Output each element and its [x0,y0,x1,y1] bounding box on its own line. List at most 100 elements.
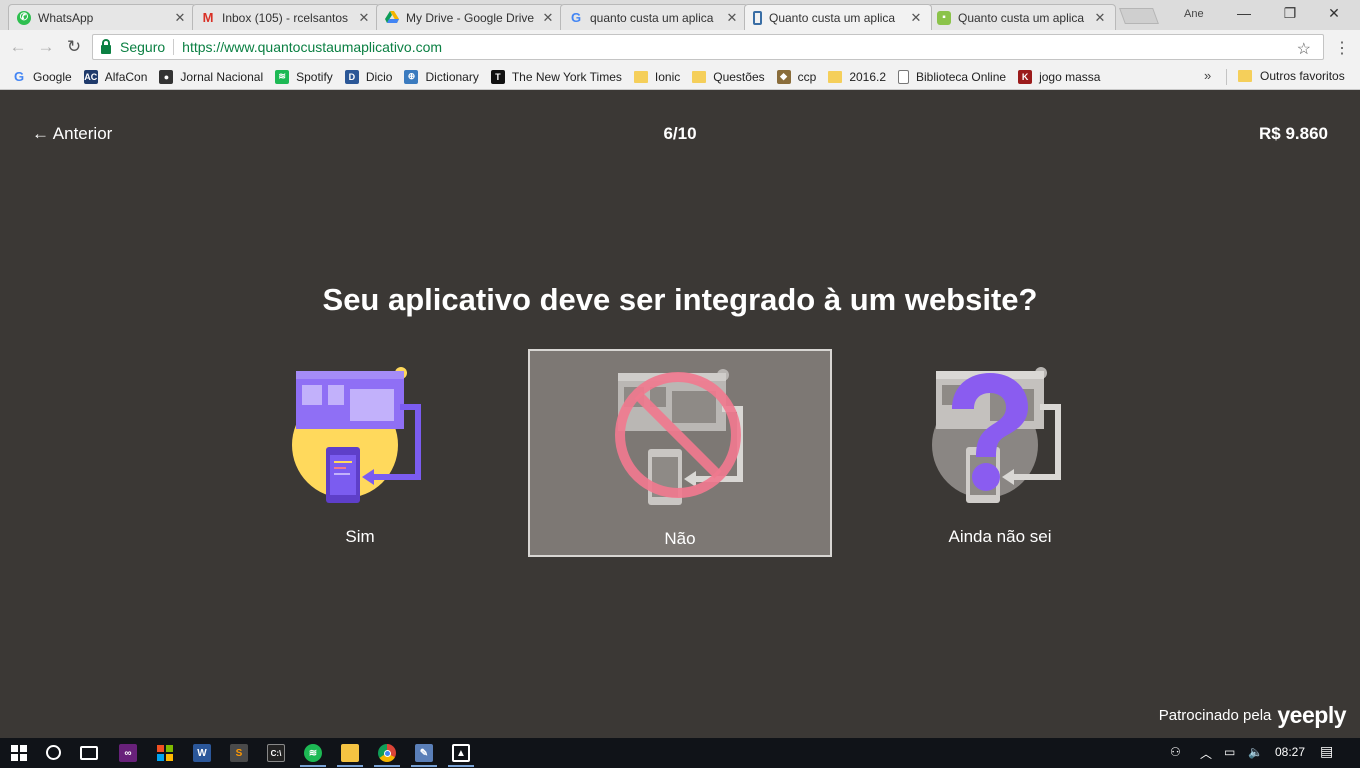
bookmark-label: ccp [797,69,817,84]
other-bookmarks-label: Outros favoritos [1260,69,1345,83]
bookmark-label: Spotify [296,69,333,84]
tab-gmail[interactable]: M Inbox (105) - rcelsantos ✕ [192,4,380,30]
omnibox-divider [173,39,175,55]
previous-link[interactable]: ← Anterior [32,124,112,144]
people-icon[interactable]: ⚇ [1170,745,1181,759]
menu-dots-icon[interactable]: ⋮ [1334,38,1350,58]
tab-google-search[interactable]: G quanto custa um aplica ✕ [560,4,748,30]
tab-title: WhatsApp [38,10,94,25]
running-indicator [448,765,474,767]
bookmark-alfacon[interactable]: AC AlfaCon [83,69,147,84]
app-icon: ▪ [937,10,951,25]
volume-icon[interactable]: 🔈 [1248,745,1263,759]
back-arrow-icon[interactable]: ← [8,37,28,57]
chevron-up-icon[interactable]: ︿ [1200,745,1212,762]
close-icon[interactable]: ✕ [173,10,187,26]
close-icon[interactable]: ✕ [725,10,739,26]
bookmark-dicio[interactable]: D Dicio [344,69,393,84]
google-icon: G [570,10,582,25]
close-icon[interactable]: ✕ [541,10,555,26]
bookmark-label: Google [33,69,72,84]
address-bar[interactable]: Seguro https://www.quantocustaumaplicati… [92,34,1324,60]
url-text[interactable]: https://www.quantocustaumaplicativo.com [182,39,442,55]
close-icon[interactable]: ✕ [909,10,923,26]
close-window-button[interactable]: ✕ [1314,5,1354,22]
visual-studio-icon[interactable]: ∞ [119,744,137,762]
ccp-icon: ◆ [776,69,791,84]
google-icon: G [13,69,25,84]
more-bookmarks-chevron[interactable]: » [1204,68,1211,83]
bookmark-label: The New York Times [511,69,622,84]
bookmark-label: jogo massa [1039,69,1101,84]
option-ainda-nao-sei[interactable]: Ainda não sei [848,349,1152,557]
folder-icon [1238,70,1252,82]
tab-title: Quanto custa um aplica [958,10,1085,25]
tab-title: quanto custa um aplica [590,10,714,25]
photos-icon[interactable]: ▲ [452,744,470,762]
bookmark-spotify[interactable]: ≋ Spotify [275,69,333,84]
bookmark-dictionary[interactable]: ⊕ Dictionary [404,69,479,84]
reload-icon[interactable]: ↻ [64,37,84,57]
tab-strip: ✆ WhatsApp ✕ M Inbox (105) - rcelsantos … [0,0,1360,30]
google-drive-icon [385,11,399,25]
website-app-illustration [290,365,430,505]
minimize-button[interactable]: — [1224,5,1264,21]
network-icon[interactable]: ▭ [1224,745,1235,759]
sublime-icon[interactable]: S [230,744,248,762]
windows-start-icon[interactable] [10,744,28,762]
bookmark-star-icon[interactable]: ☆ [1297,39,1311,59]
option-sim[interactable]: Sim [208,349,512,557]
spotify-icon[interactable]: ≋ [304,744,322,762]
sponsor-text: Patrocinado pela [1158,707,1272,724]
maximize-button[interactable]: ❐ [1270,5,1310,22]
paint-icon[interactable]: ✎ [415,744,433,762]
running-indicator [337,765,363,767]
tab-quanto-custa-active[interactable]: Quanto custa um aplica ✕ [744,4,932,30]
close-icon[interactable]: ✕ [1093,10,1107,26]
option-label: Não [664,529,696,548]
browser-toolbar: ← → ↻ Seguro https://www.quantocustaumap… [0,30,1360,64]
bookmark-2016-2[interactable]: 2016.2 [828,70,886,84]
cmd-icon[interactable]: C:\ [267,744,285,762]
k-icon: K [1018,69,1033,84]
tab-google-drive[interactable]: My Drive - Google Drive ✕ [376,4,564,30]
bookmark-label: Biblioteca Online [916,69,1007,84]
nyt-icon: T [490,69,505,84]
question-title: Seu aplicativo deve ser integrado à um w… [322,282,1038,317]
folder-icon [692,70,707,83]
yeeply-logo[interactable]: yeeply [1277,702,1346,729]
tab-whatsapp[interactable]: ✆ WhatsApp ✕ [8,4,196,30]
bookmark-google[interactable]: G Google [12,69,72,84]
forward-arrow-icon[interactable]: → [36,37,56,57]
running-indicator [374,765,400,767]
option-nao[interactable]: Não [528,349,832,557]
bookmark-jogo-massa[interactable]: Kjogo massa [1018,69,1101,84]
clock[interactable]: 08:27 [1275,745,1305,759]
tab-title: Inbox (105) - rcelsantos [222,10,349,25]
new-tab-button[interactable] [1119,8,1159,24]
bookmark-ionic[interactable]: Ionic [633,70,680,84]
office-icon[interactable] [156,744,174,762]
close-icon[interactable]: ✕ [357,10,371,26]
sponsor-credit[interactable]: Patrocinado pela yeeply [1158,702,1347,729]
bookmark-jornal-nacional[interactable]: ● Jornal Nacional [159,69,263,84]
windows-taskbar: ∞ W S C:\ ≋ ✎ ▲ ⚇ ︿ ▭ 🔈 08:27 ▤ [0,738,1360,768]
page-icon [898,69,910,84]
task-view-icon[interactable] [80,746,98,760]
cortana-icon[interactable] [46,745,61,760]
file-explorer-icon[interactable] [341,744,359,762]
running-indicator [411,765,437,767]
bookmark-biblioteca-online[interactable]: Biblioteca Online [898,69,1007,84]
bookmark-the-new-york-times[interactable]: T The New York Times [490,69,622,84]
bookmark-label: Dicio [365,69,393,84]
word-icon[interactable]: W [193,744,211,762]
profile-name[interactable]: Ane [1184,8,1204,20]
action-center-icon[interactable]: ▤ [1320,743,1333,760]
no-sign-illustration [612,367,752,507]
bookmark-quest-es[interactable]: Questões [692,70,765,84]
other-bookmarks[interactable]: Outros favoritos [1238,69,1345,83]
chrome-icon[interactable] [378,744,396,762]
bookmark-ccp[interactable]: ◆ ccp [776,69,817,84]
whatsapp-icon: ✆ [17,10,31,25]
tab-quanto-custa-2[interactable]: ▪ Quanto custa um aplica ✕ [928,4,1116,30]
